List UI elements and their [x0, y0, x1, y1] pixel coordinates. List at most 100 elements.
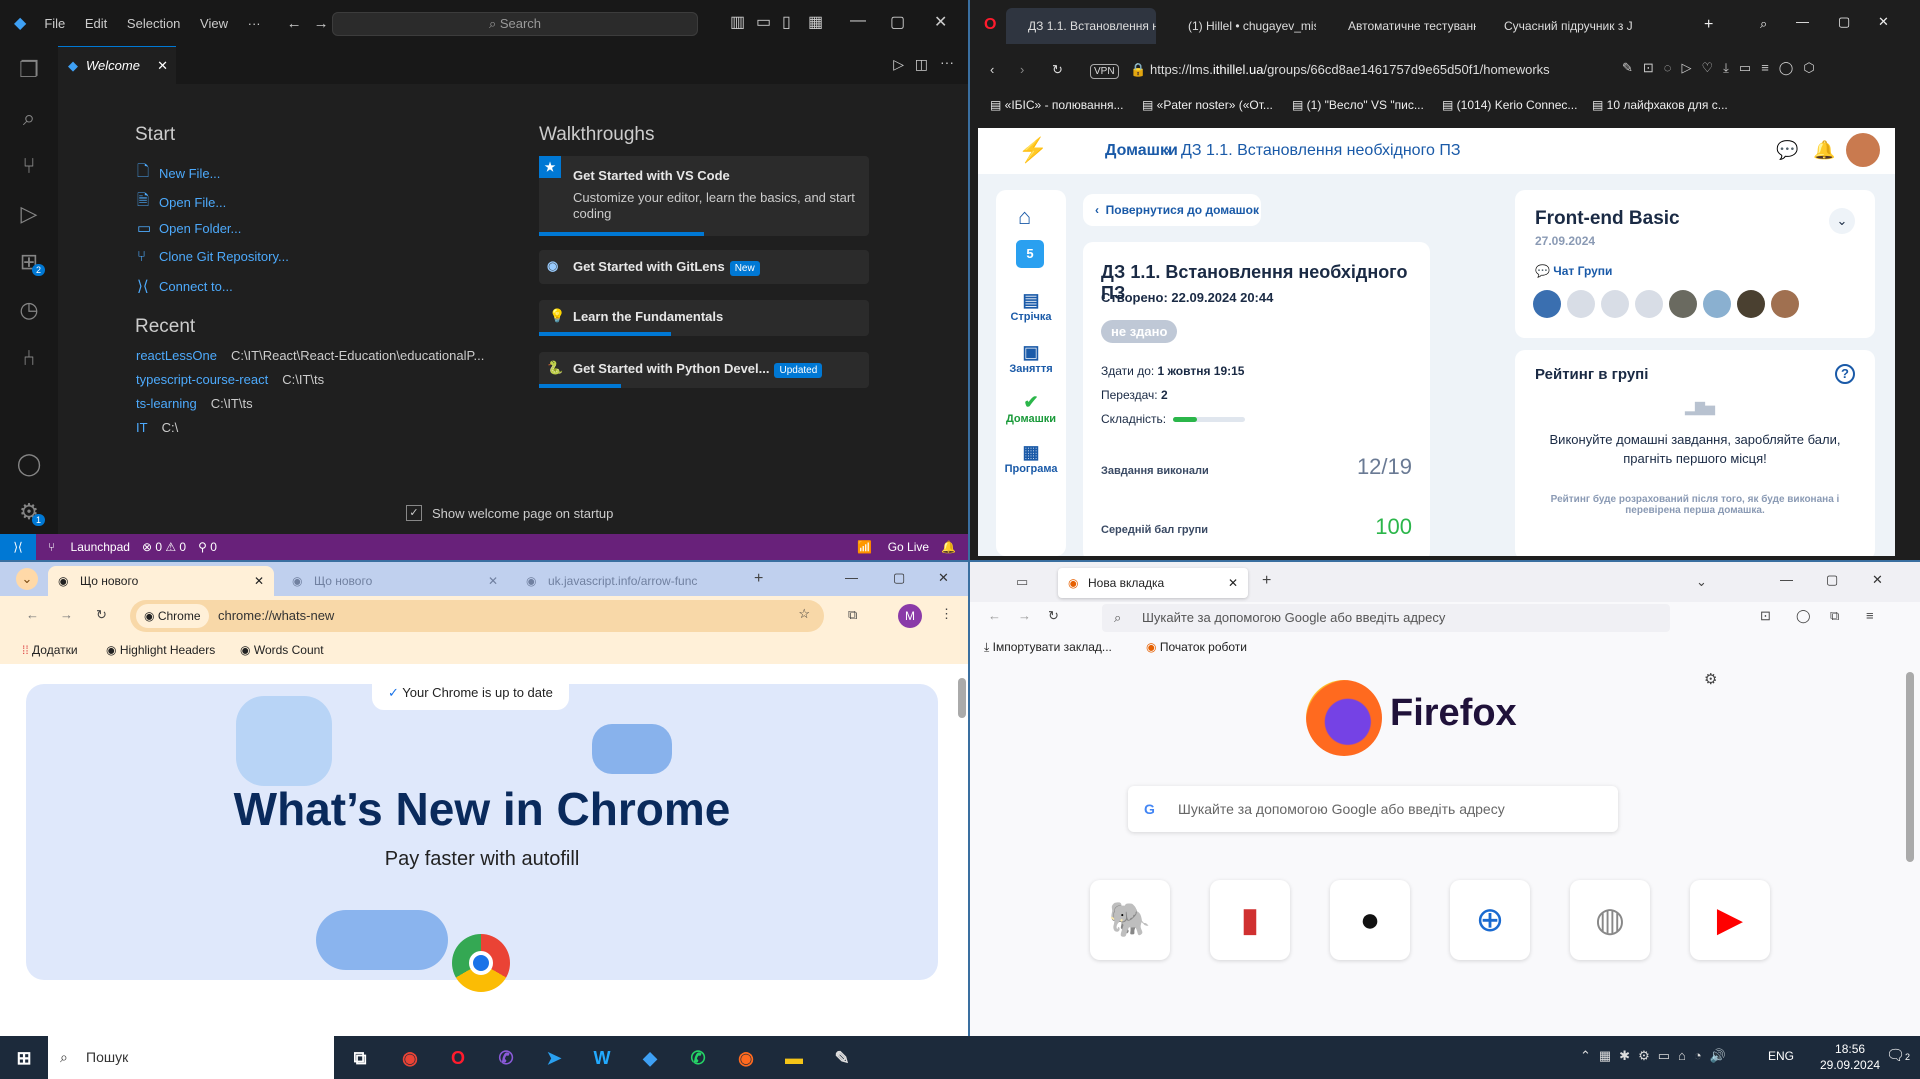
avatar[interactable]: [1635, 290, 1663, 318]
command-search-input[interactable]: ⌕ Search: [332, 12, 698, 36]
extensions-icon[interactable]: ⧉: [848, 607, 857, 623]
avatar[interactable]: [1703, 290, 1731, 318]
tab-hillel[interactable]: (1) Hillel • chugayev_mis: [1166, 8, 1316, 44]
address-bar[interactable]: VPN 🔒 https://lms.ithillel.ua/groups/66c…: [1090, 56, 1610, 84]
help-icon[interactable]: ?: [1835, 364, 1855, 384]
recent-item[interactable]: ts-learning C:\IT\ts: [136, 396, 253, 411]
new-tab-icon[interactable]: +: [1262, 572, 1271, 590]
omnibox[interactable]: ◉ Chrome chrome://whats-new ☆: [130, 600, 824, 632]
whatsapp-taskbar-icon[interactable]: ✆: [682, 1042, 714, 1074]
open-file-link[interactable]: 🗎 Open File...: [137, 190, 226, 215]
chrome-menu-icon[interactable]: ⋮: [940, 606, 953, 622]
tab-close-icon[interactable]: ✕: [254, 566, 264, 596]
run-debug-icon[interactable]: ▷: [0, 190, 58, 238]
tab-close-icon[interactable]: ✕: [1228, 568, 1238, 598]
more-actions-icon[interactable]: ···: [940, 54, 954, 70]
recent-item[interactable]: IT C:\: [136, 420, 178, 435]
shortcut-tile[interactable]: ◍: [1570, 880, 1650, 960]
tab-welcome[interactable]: ◆ Welcome ✕: [58, 46, 176, 84]
profile-avatar[interactable]: M: [898, 604, 922, 628]
walkthrough-python[interactable]: 🐍 Get Started with Python Devel... Update…: [539, 352, 869, 388]
search-icon[interactable]: ⌕: [0, 94, 58, 142]
bookmark-item[interactable]: ▤ 10 лайфхаков для с...: [1592, 98, 1728, 112]
scrollbar[interactable]: [1906, 672, 1914, 862]
account-icon[interactable]: ◯: [1796, 608, 1811, 624]
tab-testing[interactable]: Автоматичне тестуванн: [1326, 8, 1476, 44]
html5-icon[interactable]: 5: [1016, 240, 1044, 268]
minimize-icon[interactable]: —: [845, 570, 858, 585]
connect-link[interactable]: ⟩⟨ Connect to...: [137, 277, 233, 295]
shortcut-tile[interactable]: ●: [1330, 880, 1410, 960]
bookmark-apps[interactable]: ⁞⁞ Додатки: [22, 643, 78, 657]
maximize-icon[interactable]: ▢: [890, 12, 905, 32]
chrome-chip[interactable]: ◉ Chrome: [136, 604, 209, 628]
back-arrow-icon[interactable]: ←: [287, 15, 302, 32]
minimize-icon[interactable]: —: [850, 12, 866, 30]
show-welcome-checkbox[interactable]: ✓ Show welcome page on startup: [406, 505, 613, 521]
shortcut-tile[interactable]: ▶: [1690, 880, 1770, 960]
shortcut-tile[interactable]: ⊕: [1450, 880, 1530, 960]
windows-start-icon[interactable]: ⊞: [8, 1042, 40, 1074]
tab-whats-new-active[interactable]: ◉ Що нового ✕: [48, 566, 274, 596]
tab-homework-active[interactable]: ДЗ 1.1. Встановлення нео: [1006, 8, 1156, 44]
firefox-taskbar-icon[interactable]: ◉: [730, 1042, 762, 1074]
tab-javascript-info[interactable]: ◉ uk.javascript.info/arrow-func: [516, 566, 742, 596]
tab-close-icon[interactable]: ✕: [488, 566, 498, 596]
home-icon[interactable]: ⌂: [1018, 204, 1031, 230]
back-icon[interactable]: ←: [26, 607, 39, 622]
minimize-icon[interactable]: —: [1780, 572, 1793, 587]
reload-icon[interactable]: ↻: [96, 607, 107, 623]
taskbar-search[interactable]: ⌕ Пошук: [48, 1036, 334, 1079]
forward-icon[interactable]: →: [60, 607, 73, 622]
minimize-icon[interactable]: —: [1796, 14, 1809, 29]
new-tab-icon[interactable]: +: [1704, 16, 1713, 34]
search-box[interactable]: G Шукайте за допомогою Google або введіть…: [1128, 786, 1618, 832]
bookmark-import[interactable]: ⤓ Імпортувати заклад...: [984, 640, 1112, 655]
notifications-bell-icon[interactable]: 🔔: [1813, 140, 1835, 161]
sidebar-item-program[interactable]: ▦ Програма: [996, 442, 1066, 475]
menu-selection[interactable]: Selection: [127, 16, 180, 31]
avatar[interactable]: [1669, 290, 1697, 318]
bookmark-getting-started[interactable]: ◉ Початок роботи: [1146, 640, 1247, 654]
bookmark-item[interactable]: ▤ (1014) Kerio Connec...: [1442, 98, 1577, 112]
sidebar-item-feed[interactable]: ▤ Стрічка: [996, 290, 1066, 323]
walkthrough-gitlens[interactable]: ◉ Get Started with GitLens New: [539, 250, 869, 284]
toolbar-icons[interactable]: ✎⊡◌▷♡⤓▭≡◯⬡: [1622, 60, 1825, 76]
avatar[interactable]: [1846, 133, 1880, 167]
star-icon[interactable]: ☆: [798, 606, 810, 622]
new-file-link[interactable]: 🗋 New File...: [137, 161, 220, 186]
avatar[interactable]: [1771, 290, 1799, 318]
new-tab-icon[interactable]: +: [754, 570, 763, 588]
split-editor-icon[interactable]: ◫: [915, 56, 928, 73]
account-icon[interactable]: ◯: [0, 440, 58, 488]
source-control-icon[interactable]: ⑂: [0, 142, 58, 190]
chevron-down-icon[interactable]: ⌄: [1829, 208, 1855, 234]
clock[interactable]: 18:56 29.09.2024: [1820, 1041, 1880, 1073]
sidebar-toggle-icon[interactable]: ▭: [1016, 574, 1028, 590]
task-view-icon[interactable]: ⧉: [344, 1042, 376, 1074]
bookmark-highlight-headers[interactable]: ◉ Highlight Headers: [106, 643, 215, 657]
telegram-taskbar-icon[interactable]: ➤: [538, 1042, 570, 1074]
vpn-badge[interactable]: VPN: [1090, 64, 1119, 79]
shortcut-tile[interactable]: 🐘: [1090, 880, 1170, 960]
close-icon[interactable]: ✕: [1872, 572, 1883, 588]
sidebar-item-lessons[interactable]: ▣ Заняття: [996, 342, 1066, 375]
shortcut-tile[interactable]: ▮: [1210, 880, 1290, 960]
forward-icon[interactable]: ›: [1020, 62, 1024, 77]
problems-status[interactable]: ⊗ 0 ⚠ 0: [142, 540, 186, 554]
tab-search-icon[interactable]: ⌄: [16, 568, 38, 590]
avatar[interactable]: [1533, 290, 1561, 318]
gitlens-icon[interactable]: ⑃: [0, 334, 58, 382]
close-icon[interactable]: ✕: [938, 570, 949, 586]
bookmark-words-count[interactable]: ◉ Words Count: [240, 643, 324, 657]
tab-javascript[interactable]: Сучасний підручник з Ja: [1482, 8, 1632, 44]
notification-center-icon[interactable]: 🗨2: [1886, 1046, 1910, 1064]
panel-icon[interactable]: ▭: [756, 12, 771, 32]
hillel-logo-icon[interactable]: ⚡: [1018, 136, 1048, 165]
sidebar-item-homework[interactable]: ✔ Домашки: [996, 392, 1066, 425]
sidebar-right-icon[interactable]: ▯: [782, 12, 791, 32]
system-tray[interactable]: ⌃▦✱⚙▭⌂◔🔊: [1580, 1048, 1734, 1064]
file-explorer-taskbar-icon[interactable]: ▬: [778, 1042, 810, 1074]
recent-item[interactable]: typescript-course-react C:\IT\ts: [136, 372, 324, 387]
avatar[interactable]: [1737, 290, 1765, 318]
